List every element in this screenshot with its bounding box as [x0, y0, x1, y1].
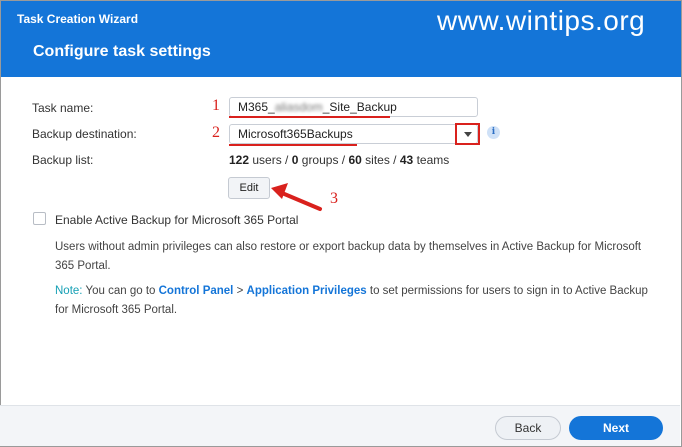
- task-name-input[interactable]: M365_aliasdom_Site_Backup: [229, 97, 478, 117]
- task-name-prefix: M365_: [238, 100, 275, 114]
- note-text-1: You can go to: [85, 285, 156, 297]
- task-name-label: Task name:: [32, 101, 94, 115]
- backup-destination-label: Backup destination:: [32, 127, 137, 141]
- page-title: Configure task settings: [33, 43, 211, 60]
- enable-portal-checkbox[interactable]: [33, 212, 46, 225]
- backup-list-label: Backup list:: [32, 153, 94, 167]
- enable-portal-label[interactable]: Enable Active Backup for Microsoft 365 P…: [55, 213, 298, 227]
- breadcrumb-separator: >: [236, 285, 244, 297]
- users-count: 122: [229, 153, 250, 167]
- portal-note: Note: You can go to Control Panel > Appl…: [55, 282, 655, 320]
- annotation-underline-2: [229, 144, 357, 146]
- portal-description: Users without admin privileges can also …: [55, 241, 642, 272]
- info-icon[interactable]: i: [487, 126, 500, 139]
- teams-count: 43: [399, 153, 414, 167]
- edit-button[interactable]: Edit: [228, 177, 270, 199]
- wizard-title: Task Creation Wizard: [17, 12, 139, 26]
- backup-destination-value: Microsoft365Backups: [238, 127, 353, 141]
- note-label: Note:: [55, 285, 83, 297]
- users-text: users /: [252, 153, 289, 167]
- backup-list-summary: 122 users / 0 groups / 60 sites / 43 tea…: [229, 153, 449, 167]
- backup-destination-select[interactable]: Microsoft365Backups: [229, 124, 478, 144]
- back-button[interactable]: Back: [495, 416, 561, 440]
- annotation-marker-1: 1: [212, 97, 220, 114]
- groups-count: 0: [291, 153, 299, 167]
- chevron-down-icon[interactable]: [455, 123, 480, 145]
- wizard-header: Task Creation Wizard Configure task sett…: [1, 1, 681, 77]
- control-panel-link[interactable]: Control Panel: [159, 285, 234, 297]
- annotation-marker-3: 3: [330, 190, 338, 207]
- annotation-underline-1: [229, 116, 390, 118]
- application-privileges-link[interactable]: Application Privileges: [247, 285, 367, 297]
- sites-count: 60: [348, 153, 362, 167]
- sites-text: sites /: [365, 153, 397, 167]
- annotation-arrow-icon: [271, 183, 322, 211]
- task-name-blurred-part: aliasdom: [274, 100, 323, 114]
- task-name-suffix: _Site_Backup: [322, 100, 397, 114]
- annotation-marker-2: 2: [212, 124, 220, 141]
- groups-text: groups /: [301, 153, 346, 167]
- teams-text: teams: [416, 153, 450, 167]
- watermark: www.wintips.org: [437, 5, 646, 36]
- next-button[interactable]: Next: [569, 416, 663, 440]
